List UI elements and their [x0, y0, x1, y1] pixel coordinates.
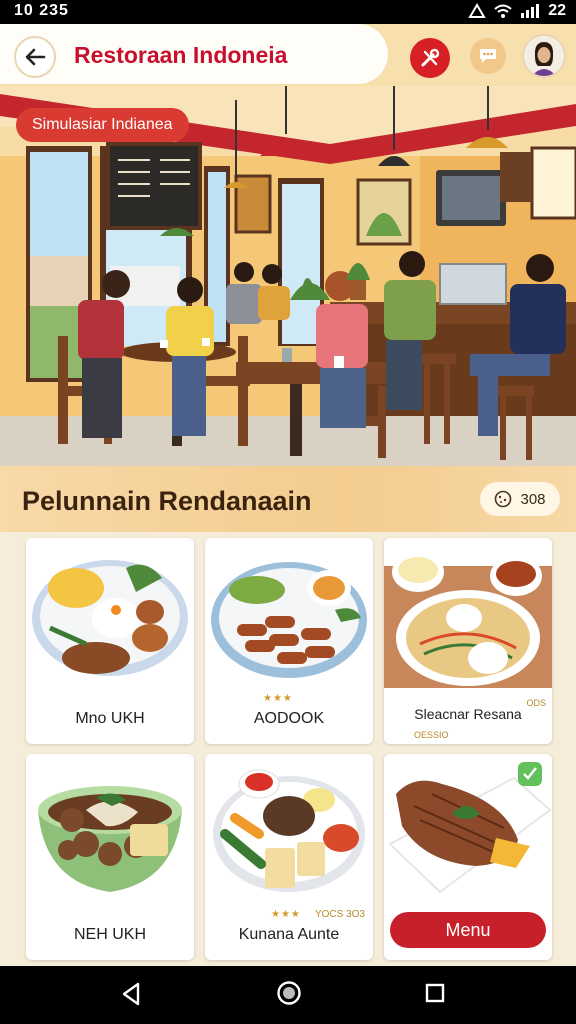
menu-button[interactable]: Menu	[390, 912, 546, 948]
hero-badge[interactable]: Simulasiar Indianea	[16, 108, 189, 142]
dish-rating: ★★★	[263, 693, 293, 704]
dish-section: Pelunnain Rendanaain 308 Mno UKH ★★★ AOD…	[0, 466, 576, 966]
dish-rating: ★★★	[271, 909, 301, 920]
avatar-icon	[524, 36, 564, 76]
battery-text: 22	[548, 2, 566, 19]
tools-icon	[421, 48, 440, 67]
chat-icon	[480, 49, 496, 63]
dish-name: AODOOK	[253, 710, 325, 727]
section-title: Pelunnain Rendanaain	[22, 486, 312, 516]
nav-recents-button[interactable]	[424, 982, 446, 1009]
chat-button[interactable]	[470, 38, 506, 74]
status-time: 10 235	[14, 2, 69, 19]
dish-card[interactable]: ★★★ YOCS 3O3 Kunana Aunte	[205, 754, 373, 960]
cell-signal-icon	[521, 4, 540, 18]
dish-note: ODS	[526, 698, 546, 708]
dish-note: YOCS 3O3	[314, 909, 365, 920]
signal-alert-icon	[468, 3, 486, 18]
wifi-icon	[494, 4, 512, 18]
tools-button[interactable]	[410, 38, 450, 78]
dish-name: Kunana Aunte	[238, 926, 340, 943]
dish-card[interactable]: ★★★ AODOOK	[205, 538, 373, 744]
dish-name: Mno UKH	[75, 710, 145, 727]
dish-card[interactable]: NEH UKH	[26, 754, 194, 960]
dish-image	[388, 762, 552, 894]
dish-image	[211, 562, 367, 678]
dish-image	[38, 786, 182, 892]
dish-card[interactable]: Sleacnar Resana ODS OESSIO	[384, 538, 552, 744]
page-title: Restoraan Indoneia	[74, 42, 288, 68]
home-circle-icon	[277, 981, 301, 1005]
system-nav-bar	[0, 966, 576, 1024]
section-header: Pelunnain Rendanaain 308	[0, 466, 576, 532]
restaurant-scene-image	[0, 86, 576, 466]
nav-back-button[interactable]	[120, 982, 142, 1011]
status-bar: 10 235 22	[0, 0, 576, 24]
dish-card[interactable]: Mno UKH	[26, 538, 194, 744]
nav-home-button[interactable]	[276, 980, 302, 1011]
app-bar: Restoraan Indoneia	[0, 24, 576, 86]
dish-card[interactable]: Menu	[384, 754, 552, 960]
menu-button-label: Menu	[445, 919, 491, 940]
recents-square-icon	[425, 983, 445, 1003]
status-icons: 22	[468, 2, 566, 20]
back-button[interactable]	[14, 36, 56, 78]
restaurant-illustration: Simulasiar Indianea	[0, 86, 576, 466]
count-text: 308	[520, 490, 546, 508]
dish-name: NEH UKH	[73, 926, 146, 943]
count-badge[interactable]: 308	[480, 482, 560, 516]
back-triangle-icon	[122, 982, 140, 1006]
dish-name: Sleacnar Resana	[414, 706, 522, 722]
dish-sub: OESSIO	[414, 730, 449, 740]
dish-image	[213, 769, 365, 892]
cookie-icon	[495, 490, 512, 508]
avatar[interactable]	[522, 34, 566, 78]
back-arrow-icon	[25, 48, 46, 66]
dish-image	[384, 552, 552, 688]
dish-image	[32, 560, 188, 676]
